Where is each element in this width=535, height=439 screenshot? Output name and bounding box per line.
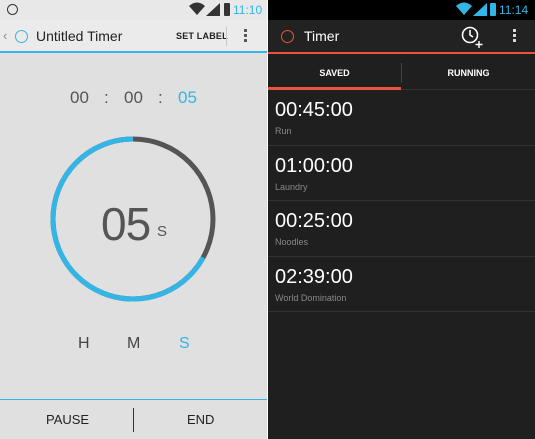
- button-divider: [133, 408, 134, 432]
- add-timer-icon[interactable]: [460, 25, 484, 49]
- wifi-icon: [189, 2, 205, 15]
- page-title[interactable]: Untitled Timer: [36, 28, 122, 44]
- list-item[interactable]: 00:45:00 Run: [268, 90, 535, 146]
- timer-label: Laundry: [275, 181, 308, 192]
- hours-digits[interactable]: 00: [70, 88, 89, 108]
- time-readout: 00 : 00 : 05: [0, 88, 267, 110]
- timer-label: Noodles: [275, 237, 309, 247]
- tab-running[interactable]: RUNNING: [402, 56, 535, 90]
- status-time: 11:14: [499, 3, 529, 17]
- status-bar: 11:14: [268, 0, 535, 20]
- timer-label: World Domination: [275, 292, 347, 303]
- big-seconds: 05: [101, 198, 151, 250]
- action-bar: ‹ Untitled Timer SET LABEL: [0, 20, 267, 53]
- left-screen: 11:10 ‹ Untitled Timer SET LABEL 00 : 00…: [0, 0, 267, 439]
- timer-ring-icon[interactable]: [15, 30, 28, 43]
- notification-circle-icon: [7, 4, 18, 15]
- overflow-menu-icon[interactable]: [244, 29, 248, 44]
- status-time: 11:10: [233, 3, 263, 17]
- big-unit: S: [157, 223, 168, 240]
- status-bar: 11:10: [0, 0, 267, 20]
- battery-icon: [224, 3, 230, 16]
- timer-duration: 02:39:00: [275, 265, 353, 288]
- timer-duration: 01:00:00: [275, 154, 353, 177]
- separator: :: [158, 88, 163, 107]
- timer-label: Run: [275, 126, 292, 136]
- right-screen: 11:14 Timer SAVED RUNNING 00:45:00 Run 0…: [268, 0, 535, 439]
- overflow-menu-icon[interactable]: [513, 29, 517, 44]
- list-item[interactable]: 01:00:00 Laundry: [268, 146, 535, 201]
- pause-button[interactable]: PAUSE: [46, 412, 89, 427]
- minutes-digits[interactable]: 00: [124, 88, 143, 108]
- wifi-icon: [456, 2, 472, 15]
- tab-saved[interactable]: SAVED: [268, 56, 401, 90]
- saved-timers-list: 00:45:00 Run 01:00:00 Laundry 00:25:00 N…: [268, 90, 535, 312]
- timer-duration: 00:45:00: [275, 99, 353, 121]
- minutes-selector[interactable]: M: [127, 335, 140, 353]
- timer-duration: 00:25:00: [275, 210, 353, 232]
- battery-icon: [490, 3, 496, 16]
- tab-bar: SAVED RUNNING: [268, 56, 535, 90]
- action-bar: Timer: [268, 20, 535, 54]
- list-item[interactable]: 00:25:00 Noodles: [268, 201, 535, 257]
- seconds-selector[interactable]: S: [179, 335, 190, 353]
- bottom-bar: PAUSE END: [0, 399, 267, 439]
- seconds-digits[interactable]: 05: [178, 88, 197, 108]
- set-label-button[interactable]: SET LABEL: [176, 31, 228, 41]
- signal-icon: [473, 3, 487, 16]
- page-title[interactable]: Timer: [304, 28, 339, 44]
- list-item[interactable]: 02:39:00 World Domination: [268, 257, 535, 312]
- separator: :: [104, 88, 109, 107]
- end-button[interactable]: END: [187, 412, 214, 427]
- timer-ring-icon[interactable]: [281, 30, 294, 43]
- action-divider: [226, 27, 227, 46]
- signal-icon: [206, 3, 220, 16]
- hours-selector[interactable]: H: [78, 335, 90, 353]
- back-chevron-icon[interactable]: ‹: [3, 28, 7, 43]
